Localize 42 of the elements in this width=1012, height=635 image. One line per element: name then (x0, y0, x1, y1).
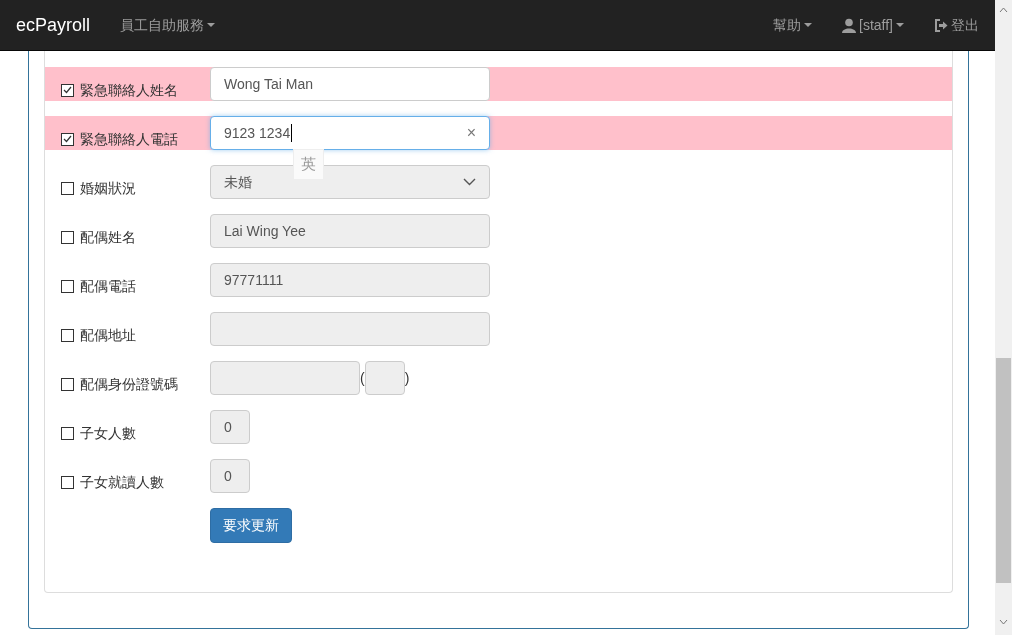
field-label: 配偶電話 (80, 278, 136, 294)
check-digit-field[interactable] (364, 361, 405, 395)
field-label: 配偶身份證號碼 (80, 376, 178, 392)
input-field[interactable]: Wong Tai Man (210, 67, 490, 101)
field-label: 配偶地址 (80, 327, 136, 343)
caret-icon (804, 23, 812, 27)
number-field[interactable]: 0 (210, 459, 250, 493)
submit-button[interactable]: 要求更新 (210, 508, 292, 543)
field-label: 緊急聯絡人姓名 (80, 82, 178, 98)
input-field[interactable] (210, 312, 490, 346)
caret-icon (896, 23, 904, 27)
checkbox[interactable] (61, 132, 74, 146)
checkbox[interactable] (61, 83, 74, 97)
field-label: 子女就讀人數 (80, 474, 164, 490)
field-label: 子女人數 (80, 425, 136, 441)
checkbox[interactable] (61, 230, 74, 244)
paren-text: ) (404, 368, 410, 388)
checkbox[interactable] (61, 181, 74, 195)
checkbox[interactable] (61, 328, 74, 342)
checkbox[interactable] (61, 279, 74, 293)
field-label: 婚姻狀況 (80, 180, 136, 196)
menu-dropdown[interactable]: 員工自助服務 (120, 14, 216, 36)
brand-name[interactable]: ecPayroll (16, 11, 91, 39)
paren-text: ( (360, 368, 365, 388)
logout-link[interactable]: 登出 (934, 14, 979, 36)
field-label: 緊急聯絡人電話 (80, 131, 178, 147)
input-field[interactable] (210, 361, 360, 395)
checkbox[interactable] (61, 377, 74, 391)
clear-icon[interactable]: × (466, 121, 476, 145)
checkbox[interactable] (61, 426, 74, 440)
input-field[interactable]: 97771111 (210, 263, 490, 297)
chevron-down-icon (463, 178, 476, 186)
user-menu[interactable]: [staff] (842, 14, 904, 36)
person-icon (842, 17, 856, 33)
input-field[interactable]: 9123 1234 × (210, 116, 490, 150)
help-menu[interactable]: 幫助 (773, 14, 812, 36)
field-label: 配偶姓名 (80, 229, 136, 245)
number-field[interactable]: 0 (210, 410, 250, 444)
input-field[interactable]: Lai Wing Yee (210, 214, 490, 248)
logout-icon (934, 18, 948, 32)
ime-indicator: 英 (293, 149, 324, 180)
checkbox[interactable] (61, 475, 74, 489)
